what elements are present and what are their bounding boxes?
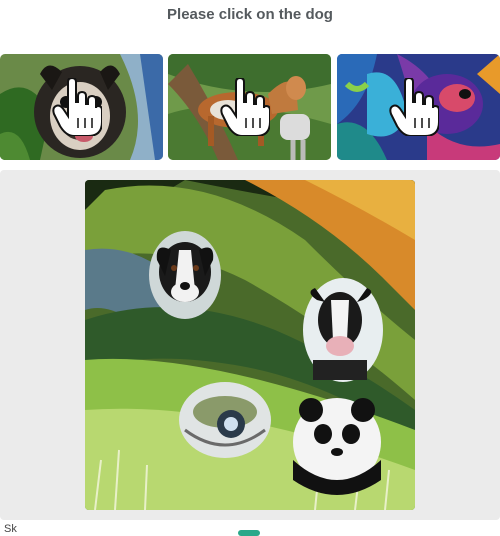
pointer-hand-icon: [52, 78, 102, 136]
dog-figure: [149, 231, 221, 319]
turtle-figure: [179, 382, 271, 458]
pointer-hand-icon: [220, 78, 270, 136]
cow-figure: [303, 278, 383, 382]
main-image-panel: [0, 170, 500, 520]
footer: Sk: [0, 522, 500, 536]
thumbnail-option-1[interactable]: [0, 54, 163, 160]
thumbnail-option-3[interactable]: [337, 54, 500, 160]
footer-indicator: [238, 530, 260, 536]
captcha-prompt: Please click on the dog: [167, 6, 333, 23]
thumbnail-option-2[interactable]: [168, 54, 331, 160]
pointer-hand-icon: [389, 78, 439, 136]
panda-figure: [293, 398, 381, 495]
footer-text: Sk: [4, 523, 17, 535]
challenge-image[interactable]: [85, 180, 415, 510]
